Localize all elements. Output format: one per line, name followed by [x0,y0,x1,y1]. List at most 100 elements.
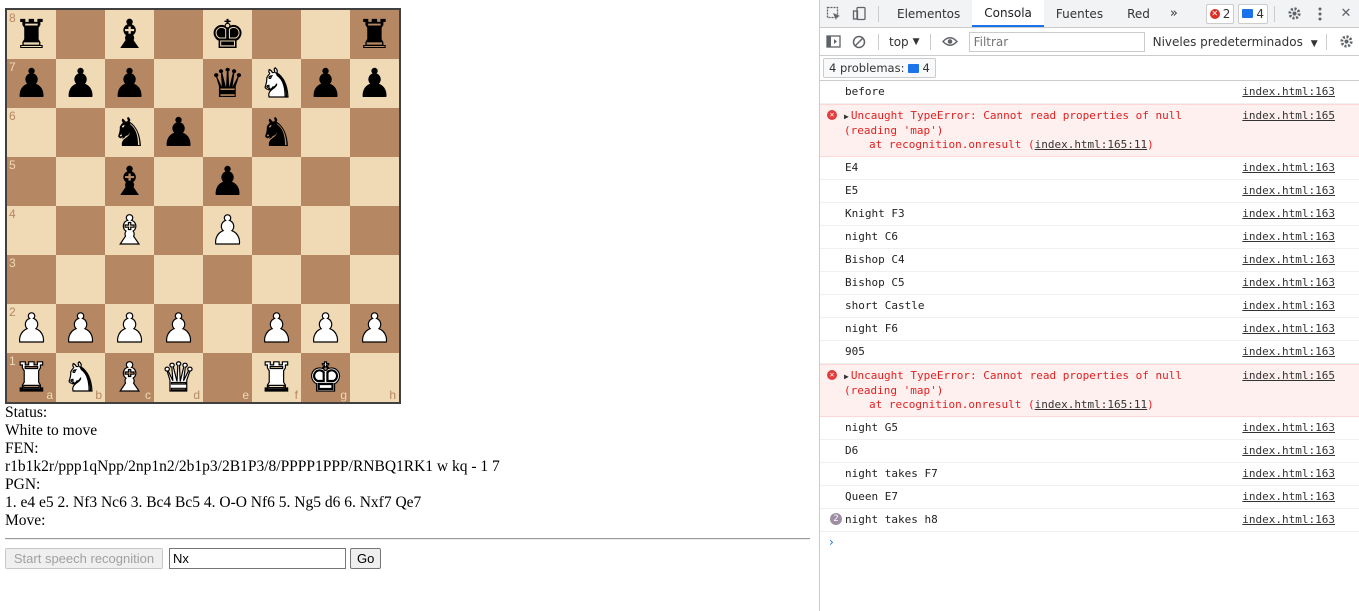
square-h1[interactable]: h [350,353,399,402]
square-h8[interactable]: ♜ [350,10,399,59]
source-link[interactable]: index.html:165 [1242,109,1335,123]
black-pawn-icon[interactable]: ♟ [161,113,197,153]
black-pawn-icon[interactable]: ♟ [63,64,99,104]
white-pawn-icon[interactable]: ♟ [111,308,148,349]
source-link[interactable]: index.html:163 [1242,444,1335,458]
square-b7[interactable]: ♟ [56,59,105,108]
issues-button[interactable]: 4 problemas: 4 [823,58,936,78]
square-f7[interactable]: ♞ [252,59,301,108]
black-pawn-icon[interactable]: ♟ [357,64,393,104]
sidebar-toggle-icon[interactable] [820,28,846,55]
white-bishop-icon[interactable]: ♝ [111,357,148,398]
square-e6[interactable] [203,108,252,157]
white-pawn-icon[interactable]: ♟ [356,308,393,349]
square-b8[interactable] [56,10,105,59]
square-d6[interactable]: ♟ [154,108,203,157]
tab-consola[interactable]: Consola [972,0,1044,27]
clear-console-icon[interactable] [846,28,872,55]
square-g8[interactable] [301,10,350,59]
inspect-element-icon[interactable] [820,0,846,27]
source-link[interactable]: index.html:163 [1242,207,1335,221]
white-rook-icon[interactable]: ♜ [13,357,50,398]
black-bishop-icon[interactable]: ♝ [112,162,148,202]
square-e4[interactable]: ♟ [203,206,252,255]
square-g2[interactable]: ♟ [301,304,350,353]
tab-red[interactable]: Red [1115,0,1162,27]
go-button[interactable]: Go [350,548,382,569]
square-e5[interactable]: ♟ [203,157,252,206]
source-link[interactable]: index.html:163 [1242,513,1335,527]
console-settings-gear-icon[interactable] [1333,28,1359,55]
source-link[interactable]: index.html:163 [1242,184,1335,198]
black-pawn-icon[interactable]: ♟ [210,162,246,202]
square-c3[interactable] [105,255,154,304]
context-select[interactable]: top ▼ [885,35,924,49]
square-f5[interactable] [252,157,301,206]
square-h2[interactable]: ♟ [350,304,399,353]
white-pawn-icon[interactable]: ♟ [209,210,246,251]
white-rook-icon[interactable]: ♜ [258,357,295,398]
square-a4[interactable]: 4 [7,206,56,255]
square-a1[interactable]: 1 a ♜ [7,353,56,402]
square-d1[interactable]: d ♛ [154,353,203,402]
black-king-icon[interactable]: ♚ [210,15,246,55]
source-link[interactable]: index.html:163 [1242,490,1335,504]
square-g1[interactable]: g ♚ [301,353,350,402]
white-bishop-icon[interactable]: ♝ [111,210,148,251]
square-g7[interactable]: ♟ [301,59,350,108]
source-link[interactable]: index.html:163 [1242,230,1335,244]
log-levels-select[interactable]: Niveles predeterminados ▼ [1153,35,1318,49]
more-options-icon[interactable] [1307,0,1333,27]
square-g5[interactable] [301,157,350,206]
black-bishop-icon[interactable]: ♝ [112,15,148,55]
source-link[interactable]: index.html:163 [1242,299,1335,313]
white-pawn-icon[interactable]: ♟ [307,308,344,349]
white-queen-icon[interactable]: ♛ [160,357,197,398]
square-f3[interactable] [252,255,301,304]
expand-arrow-icon[interactable]: ▶ [844,372,849,381]
source-link[interactable]: index.html:163 [1242,322,1335,336]
square-g4[interactable] [301,206,350,255]
white-pawn-icon[interactable]: ♟ [62,308,99,349]
black-knight-icon[interactable]: ♞ [112,113,148,153]
square-b2[interactable]: ♟ [56,304,105,353]
console-prompt[interactable]: › [820,532,1359,552]
filter-input[interactable] [968,31,1145,52]
square-f8[interactable] [252,10,301,59]
square-h4[interactable] [350,206,399,255]
square-f1[interactable]: f ♜ [252,353,301,402]
message-count-badge[interactable]: 4 [1238,3,1268,24]
square-a2[interactable]: 2 ♟ [7,304,56,353]
square-a6[interactable]: 6 [7,108,56,157]
square-c5[interactable]: ♝ [105,157,154,206]
square-d7[interactable] [154,59,203,108]
square-h7[interactable]: ♟ [350,59,399,108]
square-d4[interactable] [154,206,203,255]
more-tabs-button[interactable]: » [1162,0,1186,27]
chess-board[interactable]: 8 ♜ ♝ ♚ ♜ 7 ♟ ♟ ♟ ♛ ♞ ♟ ♟ 6 ♞ ♟ ♞ 5 ♝ ♟ 4 ♝ ♟ 3 2 ♟ ♟ ♟ ♟ ♟ ♟ ♟ 1 a ♜ b ♞ c ♝ d… [5,8,401,404]
square-a8[interactable]: 8 ♜ [7,10,56,59]
black-queen-icon[interactable]: ♛ [210,64,246,104]
square-c8[interactable]: ♝ [105,10,154,59]
black-pawn-icon[interactable]: ♟ [14,64,50,104]
close-devtools-icon[interactable]: ✕ [1333,0,1359,27]
square-e3[interactable] [203,255,252,304]
black-knight-icon[interactable]: ♞ [259,113,295,153]
white-pawn-icon[interactable]: ♟ [258,308,295,349]
square-e2[interactable] [203,304,252,353]
square-h6[interactable] [350,108,399,157]
white-knight-icon[interactable]: ♞ [62,357,99,398]
source-link[interactable]: index.html:163 [1242,161,1335,175]
white-pawn-icon[interactable]: ♟ [13,308,50,349]
white-pawn-icon[interactable]: ♟ [160,308,197,349]
source-link[interactable]: index.html:163 [1242,276,1335,290]
square-g6[interactable] [301,108,350,157]
black-pawn-icon[interactable]: ♟ [308,64,344,104]
square-c6[interactable]: ♞ [105,108,154,157]
square-c2[interactable]: ♟ [105,304,154,353]
square-c7[interactable]: ♟ [105,59,154,108]
source-link[interactable]: index.html:163 [1242,253,1335,267]
square-b5[interactable] [56,157,105,206]
white-king-icon[interactable]: ♚ [307,357,344,398]
black-rook-icon[interactable]: ♜ [357,15,393,55]
